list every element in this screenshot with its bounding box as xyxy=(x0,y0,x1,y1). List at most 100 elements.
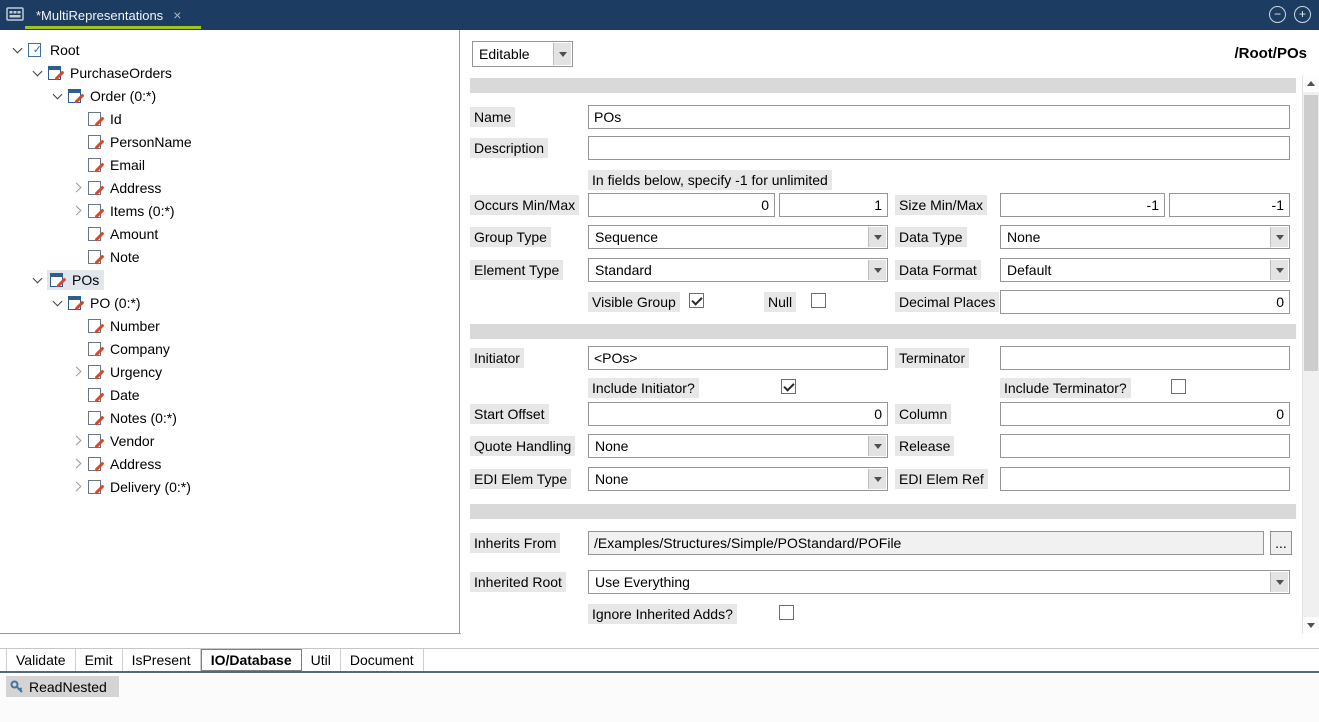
description-row: Description xyxy=(461,136,1319,162)
tab-io-database[interactable]: IO/Database xyxy=(201,649,302,671)
tree-item-order[interactable]: Order (0:*) xyxy=(0,84,459,107)
chevron-down-icon[interactable] xyxy=(553,43,571,65)
occurs-max-input[interactable] xyxy=(779,193,888,217)
null-checkbox[interactable] xyxy=(811,293,826,308)
chevron-collapsed-icon[interactable] xyxy=(68,360,87,383)
tab-document[interactable]: Document xyxy=(341,649,424,671)
chevron-expanded-icon[interactable] xyxy=(8,38,27,61)
tree-item-address-2[interactable]: Address xyxy=(0,452,459,475)
tree-item-date[interactable]: Date xyxy=(0,383,459,406)
tree-item-email[interactable]: Email xyxy=(0,153,459,176)
close-icon[interactable]: × xyxy=(173,7,181,23)
data-type-dropdown[interactable]: None xyxy=(1000,225,1290,249)
chevron-down-icon[interactable] xyxy=(1270,572,1288,592)
chevron-collapsed-icon[interactable] xyxy=(68,452,87,475)
tab-validate[interactable]: Validate xyxy=(6,649,76,671)
inherited-root-dropdown[interactable]: Use Everything xyxy=(588,570,1290,594)
include-initiator-checkbox[interactable] xyxy=(781,379,796,394)
column-input[interactable] xyxy=(1000,402,1290,426)
size-min-input[interactable] xyxy=(1000,193,1165,217)
tree-item-number[interactable]: Number xyxy=(0,314,459,337)
browse-button[interactable]: ... xyxy=(1270,531,1292,555)
minimize-button[interactable]: − xyxy=(1269,6,1286,23)
tree-item-po[interactable]: PO (0:*) xyxy=(0,291,459,314)
tree-item-vendor[interactable]: Vendor xyxy=(0,429,459,452)
tree-item-pos[interactable]: POs xyxy=(0,268,459,291)
maximize-button[interactable]: + xyxy=(1294,6,1311,23)
initiator-row: Initiator Terminator xyxy=(461,346,1319,372)
inherited-root-row: Inherited Root Use Everything xyxy=(461,570,1319,596)
tree-item-items[interactable]: Items (0:*) xyxy=(0,199,459,222)
visible-group-checkbox[interactable] xyxy=(689,293,704,308)
tab-emit[interactable]: Emit xyxy=(76,649,123,671)
tree-item-root[interactable]: Root xyxy=(0,38,459,61)
release-input[interactable] xyxy=(1000,434,1290,458)
tree-item-amount[interactable]: Amount xyxy=(0,222,459,245)
mode-dropdown[interactable]: Editable xyxy=(472,41,573,67)
quote-handling-row: Quote Handling None Release xyxy=(461,434,1319,460)
start-offset-row: Start Offset Column xyxy=(461,402,1319,428)
chevron-collapsed-icon[interactable] xyxy=(68,429,87,452)
inherits-from-input[interactable] xyxy=(588,531,1264,555)
chevron-down-icon[interactable] xyxy=(868,260,886,280)
structure-icon xyxy=(49,272,64,287)
chevron-expanded-icon[interactable] xyxy=(48,84,67,107)
quote-handling-dropdown[interactable]: None xyxy=(588,434,888,458)
decimal-places-input[interactable] xyxy=(1000,290,1290,314)
occurs-min-input[interactable] xyxy=(588,193,775,217)
tree-item-id[interactable]: Id xyxy=(0,107,459,130)
scroll-down-button[interactable] xyxy=(1303,617,1319,634)
tree-item-note[interactable]: Note xyxy=(0,245,459,268)
tree-item-notes[interactable]: Notes (0:*) xyxy=(0,406,459,429)
element-type-dropdown[interactable]: Standard xyxy=(588,258,888,282)
field-icon xyxy=(87,387,102,402)
node-path: /Root/POs xyxy=(1234,45,1307,62)
chevron-collapsed-icon[interactable] xyxy=(68,176,87,199)
chevron-down-icon[interactable] xyxy=(868,436,886,456)
scroll-up-button[interactable] xyxy=(1303,75,1319,92)
name-input[interactable] xyxy=(588,105,1290,129)
include-terminator-label: Include Terminator? xyxy=(1000,378,1131,398)
tree-item-urgency[interactable]: Urgency xyxy=(0,360,459,383)
data-format-dropdown[interactable]: Default xyxy=(1000,258,1290,282)
separator-band xyxy=(470,78,1296,93)
tab-ispresent[interactable]: IsPresent xyxy=(123,649,201,671)
scroll-thumb[interactable] xyxy=(1304,95,1318,371)
script-label: ReadNested xyxy=(29,679,107,695)
structure-tree: Root PurchaseOrders Order (0:*) Id Perso… xyxy=(0,30,460,633)
tree-item-delivery[interactable]: Delivery (0:*) xyxy=(0,475,459,498)
indent-spacer xyxy=(68,222,87,245)
edi-elem-type-dropdown[interactable]: None xyxy=(588,467,888,491)
size-max-input[interactable] xyxy=(1169,193,1290,217)
chevron-expanded-icon[interactable] xyxy=(28,268,47,291)
tree-item-label: Urgency xyxy=(107,363,165,381)
ignore-inherited-adds-checkbox[interactable] xyxy=(779,605,794,620)
description-input[interactable] xyxy=(588,136,1290,160)
chevron-collapsed-icon[interactable] xyxy=(68,199,87,222)
group-type-dropdown[interactable]: Sequence xyxy=(588,225,888,249)
chevron-down-icon[interactable] xyxy=(868,227,886,247)
include-terminator-checkbox[interactable] xyxy=(1171,379,1186,394)
chevron-down-icon[interactable] xyxy=(1270,260,1288,280)
chevron-expanded-icon[interactable] xyxy=(48,291,67,314)
tree-item-label: Amount xyxy=(107,225,161,243)
indent-spacer xyxy=(68,130,87,153)
edi-elem-ref-input[interactable] xyxy=(1000,467,1290,491)
chevron-down-icon[interactable] xyxy=(868,469,886,489)
field-icon xyxy=(87,410,102,425)
tree-item-company[interactable]: Company xyxy=(0,337,459,360)
include-row: Include Initiator? Include Terminator? xyxy=(461,376,1319,402)
chevron-expanded-icon[interactable] xyxy=(28,61,47,84)
chevron-down-icon[interactable] xyxy=(1270,227,1288,247)
tree-item-address-1[interactable]: Address xyxy=(0,176,459,199)
script-readnested[interactable]: ReadNested xyxy=(6,676,119,697)
chevron-collapsed-icon[interactable] xyxy=(68,475,87,498)
vertical-scrollbar[interactable] xyxy=(1302,75,1319,634)
tree-item-personname[interactable]: PersonName xyxy=(0,130,459,153)
structure-icon xyxy=(47,65,62,80)
tree-item-purchaseorders[interactable]: PurchaseOrders xyxy=(0,61,459,84)
initiator-input[interactable] xyxy=(588,346,888,370)
start-offset-input[interactable] xyxy=(588,402,888,426)
tab-util[interactable]: Util xyxy=(302,649,341,671)
terminator-input[interactable] xyxy=(1000,346,1290,370)
